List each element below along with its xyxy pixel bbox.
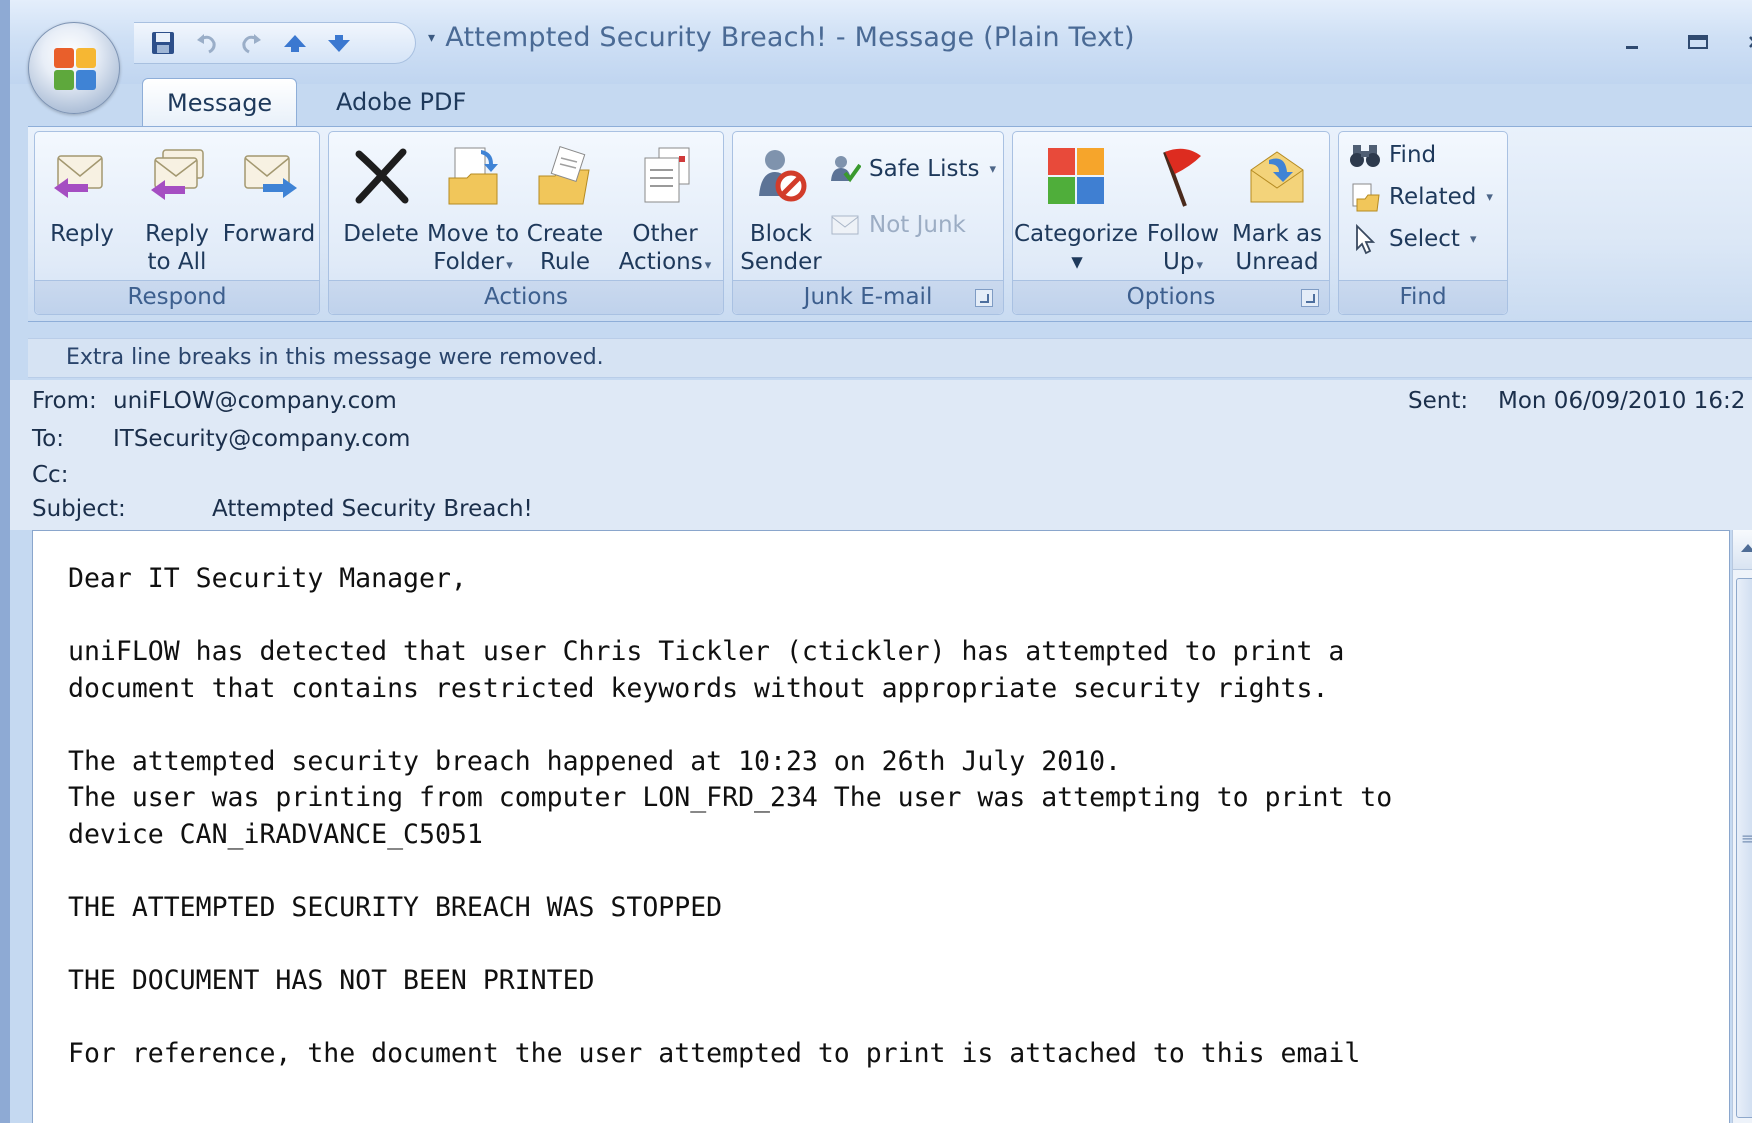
subject-value: Attempted Security Breach! (212, 496, 533, 522)
create-rule-label-line1: Create (526, 221, 604, 247)
other-actions-button[interactable]: Other Actions ▾ (613, 140, 717, 280)
related-label: Related (1389, 184, 1477, 210)
outlook-message-window: ▾ Attempted Security Breach! - Message (… (0, 0, 1752, 1123)
to-value[interactable]: ITSecurity@company.com (113, 426, 410, 452)
to-label: To: (32, 426, 64, 452)
ribbon-tabs: Message Adobe PDF (10, 78, 1752, 192)
move-to-folder-label-line2: Folder ▾ (433, 249, 513, 275)
message-headers: From: uniFLOW@company.com Sent: Mon 06/0… (10, 380, 1752, 530)
group-label-respond: Respond (35, 280, 319, 314)
group-label-junk-email: Junk E-mail (733, 280, 1003, 314)
group-find: Find Related ▾ Select ▾ Find (1338, 131, 1508, 315)
tab-adobe-pdf[interactable]: Adobe PDF (312, 78, 490, 128)
cursor-arrow-icon (1349, 223, 1381, 255)
window-title: Attempted Security Breach! - Message (Pl… (445, 22, 1135, 53)
scroll-thumb[interactable] (1736, 578, 1752, 1118)
close-button[interactable] (1732, 22, 1752, 62)
group-label-actions: Actions (329, 280, 723, 314)
office-button[interactable] (28, 22, 120, 114)
follow-up-button[interactable]: Follow Up ▾ (1139, 140, 1227, 280)
mark-as-unread-label-line1: Mark as (1231, 221, 1323, 247)
reply-all-button[interactable]: Reply to All (129, 140, 225, 280)
mark-as-unread-button[interactable]: Mark as Unread (1227, 140, 1327, 280)
create-rule-label-line2: Rule (539, 249, 591, 275)
forward-button[interactable]: Forward (221, 140, 317, 280)
block-sender-button[interactable]: Block Sender (737, 140, 825, 280)
mark-as-unread-icon (1241, 140, 1313, 212)
other-actions-label-line1: Other (632, 221, 698, 247)
not-junk-button[interactable]: Not Junk (829, 206, 966, 244)
sent-label: Sent: (1408, 388, 1469, 414)
message-body-text[interactable]: Dear IT Security Manager, uniFLOW has de… (68, 561, 1708, 1072)
select-button[interactable]: Select ▾ (1349, 220, 1477, 258)
subject-label: Subject: (32, 496, 126, 522)
group-respond: Reply Reply to All Forward Respond (34, 131, 320, 315)
options-dialog-launcher[interactable] (1301, 289, 1319, 307)
other-actions-label-line2: Actions ▾ (618, 249, 712, 275)
forward-label: Forward (222, 221, 316, 247)
group-junk-email: Block Sender Safe Lists ▾ Not Junk Junk E… (732, 131, 1004, 315)
block-sender-icon (745, 140, 817, 212)
not-junk-icon (829, 209, 861, 241)
group-label-find: Find (1339, 280, 1507, 314)
reply-icon (46, 140, 118, 212)
message-body[interactable]: Dear IT Security Manager, uniFLOW has de… (32, 530, 1730, 1123)
minimize-button[interactable] (1610, 22, 1654, 62)
categorize-icon (1040, 140, 1112, 212)
related-icon (1349, 181, 1381, 213)
find-label: Find (1389, 142, 1437, 168)
move-to-folder-button[interactable]: Move to Folder ▾ (425, 140, 521, 280)
follow-up-label-line1: Follow (1146, 221, 1220, 247)
sent-value: Mon 06/09/2010 16:2 (1498, 388, 1746, 414)
reply-all-icon (141, 140, 213, 212)
from-label: From: (32, 388, 97, 414)
delete-icon (345, 140, 417, 212)
scroll-up-button[interactable] (1733, 530, 1752, 570)
reply-label: Reply (50, 221, 114, 247)
ribbon: Reply Reply to All Forward Respond Delet… (28, 126, 1752, 322)
follow-up-label-line2: Up ▾ (1163, 249, 1203, 275)
related-button[interactable]: Related ▾ (1349, 178, 1493, 216)
forward-icon (233, 140, 305, 212)
safe-lists-icon (829, 153, 861, 185)
create-rule-icon (529, 140, 601, 212)
block-sender-label-line1: Block (749, 221, 813, 247)
follow-up-flag-icon (1147, 140, 1219, 212)
office-logo-icon (54, 48, 96, 90)
find-button[interactable]: Find (1349, 136, 1436, 174)
categorize-label: Categorize (1013, 221, 1139, 247)
categorize-dropdown-icon: ▾ (1071, 249, 1083, 275)
other-actions-icon (629, 140, 701, 212)
from-value[interactable]: uniFLOW@company.com (113, 388, 397, 414)
move-to-folder-icon (437, 140, 509, 212)
delete-label: Delete (343, 221, 419, 247)
categorize-button[interactable]: Categorize ▾ (1013, 140, 1139, 280)
move-to-folder-label-line1: Move to (426, 221, 520, 247)
block-sender-label-line2: Sender (740, 249, 822, 275)
tab-message[interactable]: Message (142, 78, 298, 130)
vertical-scrollbar[interactable] (1732, 530, 1752, 1123)
not-junk-label: Not Junk (869, 212, 966, 238)
binoculars-icon (1349, 139, 1381, 171)
group-actions: Delete Move to Folder ▾ Create Rule Othe… (328, 131, 724, 315)
junk-email-dialog-launcher[interactable] (975, 289, 993, 307)
info-bar[interactable]: Extra line breaks in this message were r… (28, 338, 1752, 378)
maximize-button[interactable] (1676, 22, 1720, 62)
select-label: Select (1389, 226, 1460, 252)
group-label-options: Options (1013, 280, 1329, 314)
reply-button[interactable]: Reply (39, 140, 125, 280)
group-options: Categorize ▾ Follow Up ▾ Mark as Unread O… (1012, 131, 1330, 315)
cc-label: Cc: (32, 462, 69, 488)
reply-all-label-line1: Reply (145, 221, 209, 247)
mark-as-unread-label-line2: Unread (1235, 249, 1319, 275)
safe-lists-button[interactable]: Safe Lists ▾ (829, 150, 996, 188)
delete-button[interactable]: Delete (337, 140, 425, 280)
reply-all-label-line2: to All (147, 249, 207, 275)
create-rule-button[interactable]: Create Rule (521, 140, 609, 280)
title-bar: ▾ Attempted Security Breach! - Message (… (10, 0, 1752, 84)
safe-lists-label: Safe Lists (869, 156, 980, 182)
